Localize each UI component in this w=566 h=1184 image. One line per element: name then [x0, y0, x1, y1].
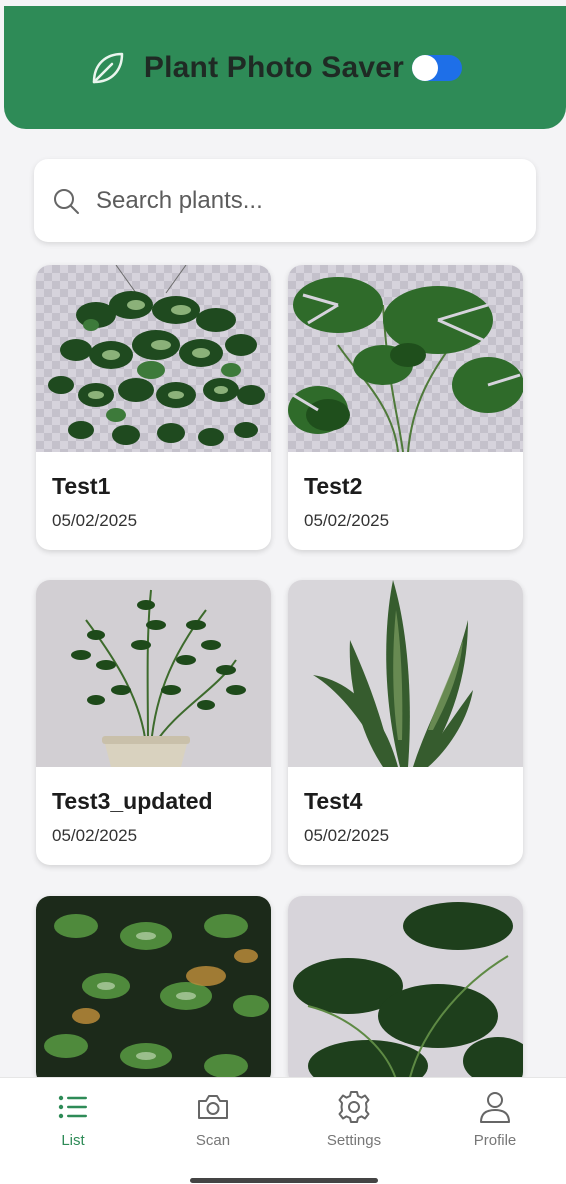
gear-icon	[338, 1091, 370, 1123]
nav-scan[interactable]: Scan	[158, 1090, 268, 1150]
nav-label: List	[61, 1132, 85, 1149]
plant-name: Test3_updated	[52, 788, 213, 814]
plant-photo	[288, 580, 523, 767]
header-content: Plant Photo Saver	[88, 48, 463, 88]
leaf-icon	[92, 52, 124, 83]
plant-photo	[288, 265, 523, 452]
plant-name: Test4	[304, 788, 363, 814]
app-title: Plant Photo Saver	[143, 50, 405, 84]
plant-card[interactable]: Test3_updated 05/02/2025	[36, 580, 271, 865]
plant-card[interactable]: Test1 05/02/2025	[36, 265, 271, 550]
plant-photo	[36, 896, 271, 1086]
plant-photo	[36, 265, 271, 452]
home-indicator[interactable]	[190, 1178, 378, 1183]
search-icon	[54, 188, 79, 214]
nav-label: Settings	[326, 1132, 382, 1149]
plant-date: 05/02/2025	[304, 826, 390, 845]
plant-photo	[288, 896, 523, 1086]
search-bar	[34, 159, 536, 242]
nav-label: Profile	[473, 1132, 517, 1149]
plant-card[interactable]	[288, 896, 523, 1086]
plant-date: 05/02/2025	[52, 826, 138, 845]
plant-card[interactable]	[36, 896, 271, 1086]
nav-list[interactable]: List	[18, 1090, 128, 1150]
camera-icon	[198, 1095, 228, 1119]
app-header: Plant Photo Saver	[4, 6, 566, 129]
search-input[interactable]	[96, 186, 476, 215]
nav-profile[interactable]: Profile	[440, 1090, 550, 1150]
plant-date: 05/02/2025	[52, 511, 138, 530]
person-icon	[480, 1092, 510, 1123]
plant-name: Test2	[304, 473, 363, 499]
plant-date: 05/02/2025	[304, 511, 390, 530]
list-icon	[58, 1095, 87, 1119]
plant-name: Test1	[52, 473, 111, 499]
nav-settings[interactable]: Settings	[299, 1090, 409, 1150]
plant-card[interactable]: Test4 05/02/2025	[288, 580, 523, 865]
bottom-nav: List Scan Settings Profile	[0, 1077, 566, 1184]
toggle-knob	[412, 54, 439, 81]
plant-photo	[36, 580, 271, 767]
nav-label: Scan	[195, 1132, 231, 1149]
theme-toggle[interactable]	[412, 54, 463, 81]
plant-card[interactable]: Test2 05/02/2025	[288, 265, 523, 550]
